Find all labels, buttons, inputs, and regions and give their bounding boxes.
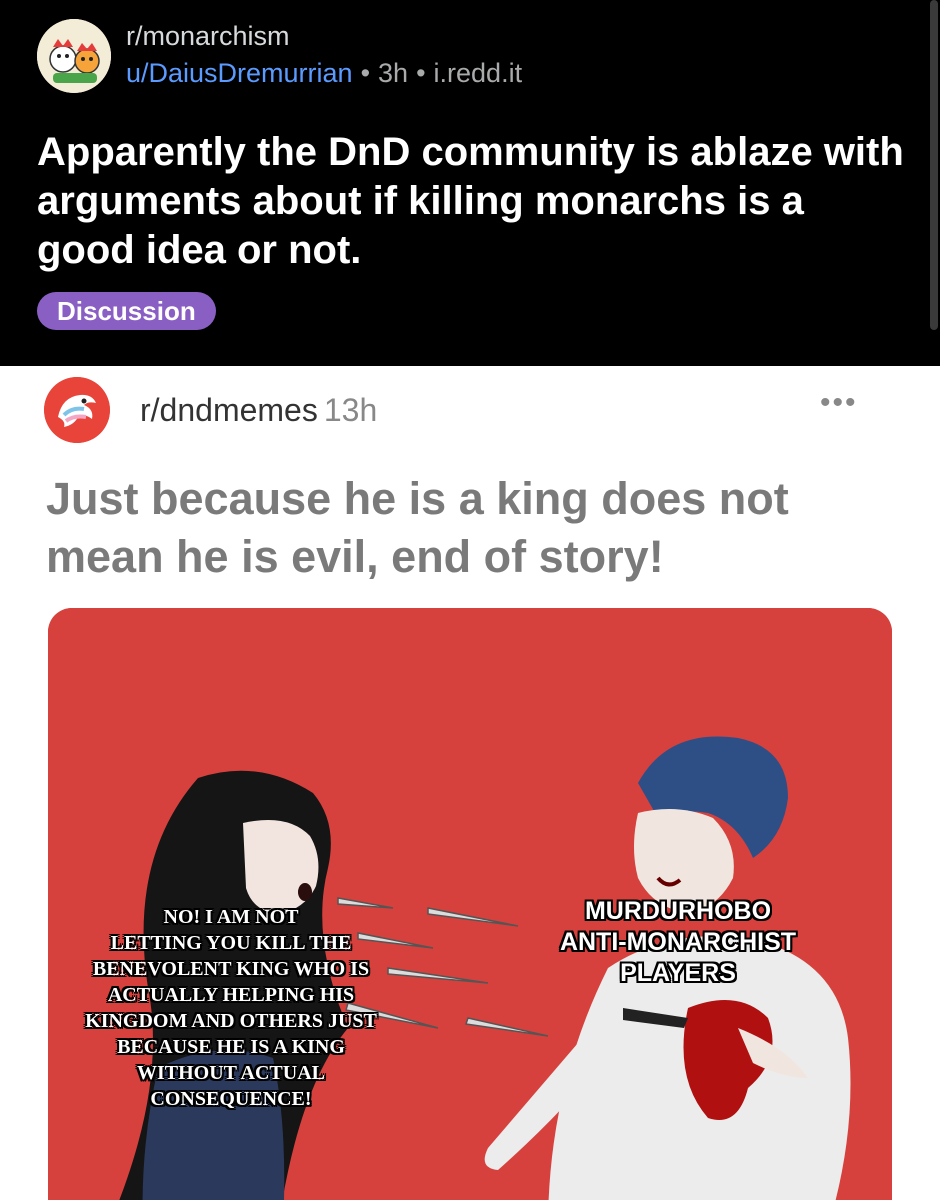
post-age: 3h: [378, 58, 409, 88]
meme-caption-right: MURDURHOBO ANTI-MONARCHIST PLAYERS: [559, 897, 797, 987]
embedded-post-age: 13h: [323, 392, 378, 428]
subreddit-name[interactable]: r/monarchism: [126, 21, 290, 52]
reddit-post: r/monarchism u/DaiusDremurrian • 3h • i.redd…: [0, 0, 940, 366]
embedded-screenshot[interactable]: r/dndmemes 13h ••• Just because he is a k…: [0, 366, 940, 1200]
embedded-subreddit-name: r/dndmemes: [140, 392, 318, 428]
embedded-post-title: Just because he is a king does not mean …: [46, 473, 789, 582]
subreddit-avatar-icon[interactable]: [37, 19, 111, 93]
more-options-icon: •••: [820, 386, 858, 419]
meme-image: NO! I AM NOT LETTING YOU KILL THE BENEVO…: [48, 608, 892, 1200]
author-link[interactable]: u/DaiusDremurrian: [126, 58, 353, 88]
woman-mouth: [298, 883, 312, 901]
separator-dot: •: [360, 58, 371, 88]
scrollbar-thumb[interactable]: [930, 0, 938, 330]
post-meta: u/DaiusDremurrian • 3h • i.redd.it: [126, 58, 522, 89]
meme-caption-left: NO! I AM NOT LETTING YOU KILL THE BENEVO…: [85, 906, 377, 1110]
post-title[interactable]: Apparently the DnD community is ablaze w…: [37, 128, 907, 275]
post-domain[interactable]: i.redd.it: [434, 58, 523, 88]
separator-dot: •: [416, 58, 426, 88]
dndmemes-avatar-icon: [44, 377, 110, 443]
flair-badge[interactable]: Discussion: [37, 292, 216, 330]
embedded-subreddit: r/dndmemes 13h: [140, 392, 377, 429]
